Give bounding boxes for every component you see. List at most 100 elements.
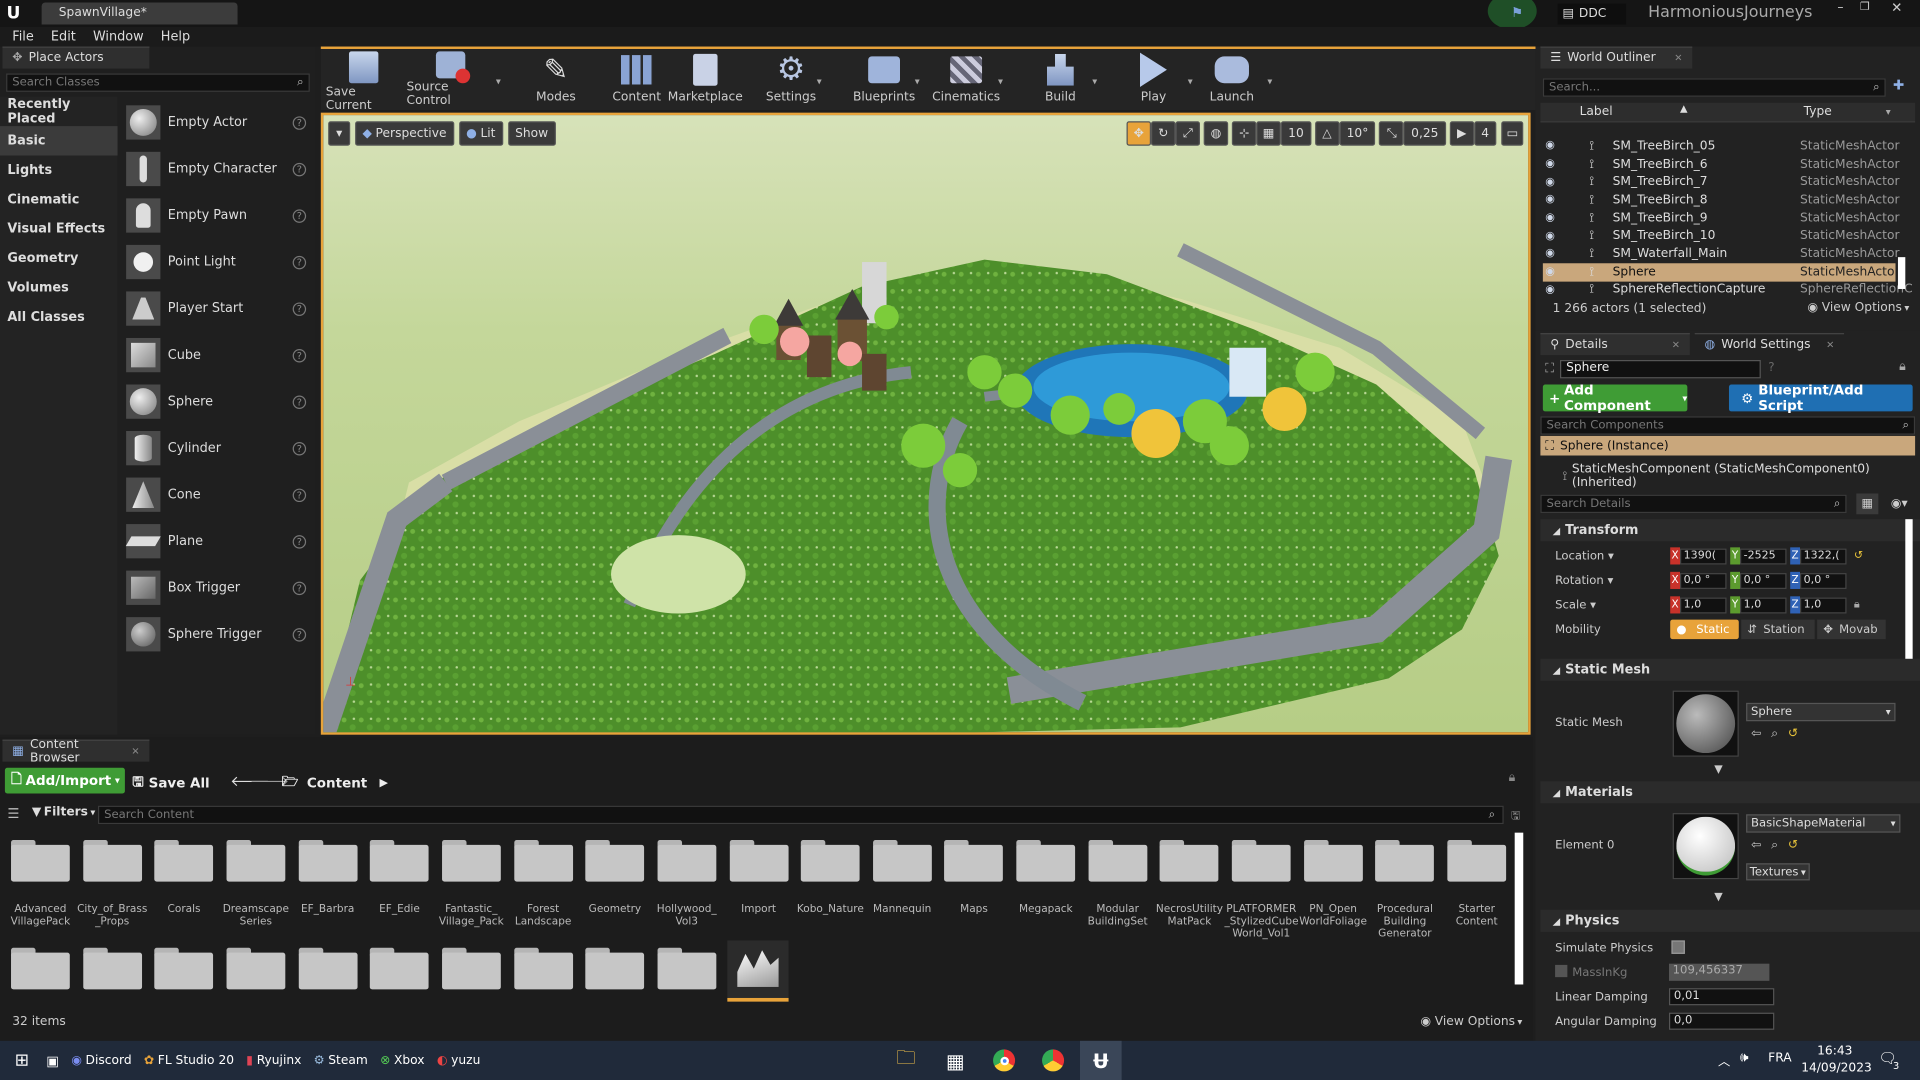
lock-icon[interactable]: 🔒︎	[1509, 771, 1516, 784]
folder-icon[interactable]	[154, 840, 214, 882]
expand-arrow-icon[interactable]: ▼	[1714, 891, 1722, 903]
folder-icon[interactable]	[513, 840, 573, 882]
add-import-button[interactable]: 🗋︎ Add/Import ▾	[4, 767, 125, 794]
save-search-icon[interactable]: 🖫︎	[1511, 807, 1520, 827]
unreal-taskbar-icon[interactable]: Ʉ	[1080, 1040, 1122, 1080]
actor-cylinder[interactable]: Cylinder?	[118, 425, 316, 472]
close-icon[interactable]: ✕	[131, 746, 139, 757]
folder-label[interactable]: Corals	[147, 904, 220, 916]
store-icon[interactable]: ▦	[938, 1043, 972, 1077]
viewport-options-button[interactable]: ▾	[328, 121, 351, 146]
expand-arrow-icon[interactable]: ▼	[1714, 764, 1722, 776]
search-classes-input[interactable]: Search Classes ⌕	[6, 73, 310, 92]
rotation-snap-icon[interactable]: △	[1314, 121, 1340, 146]
folder-label[interactable]: Kobo_Nature	[794, 904, 867, 916]
folder-icon[interactable]	[1016, 840, 1076, 882]
filters-button[interactable]: ▼ Filters ▾	[32, 806, 96, 819]
folder-label[interactable]: Maps	[937, 904, 1010, 916]
reset-arrow-icon[interactable]: ↺	[1788, 839, 1798, 852]
folder-label[interactable]: EF_Barbra	[291, 904, 364, 916]
maximize-button[interactable]: ❐	[1854, 0, 1876, 15]
menu-help[interactable]: Help	[161, 29, 190, 44]
launch-button[interactable]: Launch	[1207, 49, 1256, 108]
marketplace-button[interactable]: Marketplace	[668, 49, 743, 108]
file-explorer-icon[interactable]: 🗀︎	[889, 1043, 923, 1077]
outliner-row[interactable]: ◉ ⟟ SM_TreeBirch_8 StaticMeshActor	[1543, 191, 1899, 209]
search-details-input[interactable]: Search Details ⌕	[1540, 494, 1847, 514]
rotate-mode-icon[interactable]: ↻	[1151, 121, 1176, 146]
outliner-row[interactable]: ◉ ⟟ SphereReflectionCapture SphereReflectio…	[1543, 281, 1912, 299]
grid-snap-icon[interactable]: ▦	[1256, 121, 1281, 146]
taskbar-discord[interactable]: ◉ Discord	[71, 1054, 131, 1067]
surface-snap-icon[interactable]: ⊹	[1231, 121, 1257, 146]
ddc-status[interactable]: ▤ DDC	[1557, 3, 1627, 25]
folder-icon[interactable]	[441, 840, 501, 882]
folder-icon[interactable]	[154, 947, 214, 990]
visibility-eye-icon[interactable]: ◉	[1545, 176, 1555, 188]
help-icon[interactable]: ?	[292, 581, 307, 595]
level-tab[interactable]: SpawnVillage*	[41, 2, 238, 25]
transform-section-header[interactable]: ◢ Transform	[1540, 519, 1920, 542]
details-scrollbar[interactable]	[1905, 519, 1913, 674]
menu-window[interactable]: Window	[93, 29, 144, 44]
play-button[interactable]: Play	[1129, 49, 1178, 108]
help-icon[interactable]: ?	[292, 255, 307, 269]
save-all-button[interactable]: 🖫︎ Save All	[132, 771, 209, 794]
rotation-snap-value[interactable]: 10°	[1339, 121, 1376, 146]
linear-damping-input[interactable]: 0,01	[1668, 988, 1775, 1006]
folder-icon[interactable]	[657, 840, 717, 882]
location-label[interactable]: Location ▾	[1555, 550, 1614, 563]
task-view-icon[interactable]: ▣	[46, 1052, 59, 1068]
folder-label[interactable]: Hollywood_ Vol3	[650, 904, 723, 928]
location-y-input[interactable]: -2525	[1740, 547, 1787, 564]
folder-label[interactable]: NecrosUtility MatPack	[1153, 904, 1226, 928]
volume-icon[interactable]: 🕪︎	[1740, 1049, 1748, 1066]
folder-icon[interactable]	[800, 840, 860, 882]
folder-icon[interactable]	[11, 840, 70, 882]
visibility-eye-icon[interactable]: ◉	[1545, 284, 1555, 296]
grid-snap-value[interactable]: 10	[1280, 121, 1312, 146]
folder-icon[interactable]	[1160, 840, 1219, 882]
tray-chevron-up-icon[interactable]: ︿	[1718, 1051, 1730, 1069]
folder-label[interactable]: Forest Landscape	[506, 904, 579, 928]
notification-flag-icon[interactable]: ⚑	[1511, 5, 1526, 21]
level-viewport[interactable]: ▾ ◆ Perspective ● Lit Show ✥ ↻ ⤢ ◍ ⊹ ▦ 10 …	[320, 112, 1531, 735]
minimize-button[interactable]: –	[1829, 0, 1851, 15]
folder-label[interactable]: Starter Content	[1440, 904, 1513, 928]
folder-label[interactable]: Dreamscape Series	[219, 904, 292, 928]
chevron-down-icon[interactable]: ▾	[998, 76, 1003, 87]
reset-arrow-icon[interactable]: ↺	[1854, 550, 1863, 562]
folder-icon[interactable]	[82, 947, 142, 990]
actor-plane[interactable]: Plane?	[118, 518, 316, 565]
world-outliner-tab[interactable]: ☰ World Outliner ✕	[1540, 46, 1693, 69]
use-selected-icon[interactable]: ⇦	[1751, 839, 1761, 852]
folder-icon[interactable]	[370, 947, 429, 990]
folder-label[interactable]: Geometry	[578, 904, 651, 916]
chevron-down-icon[interactable]: ▾	[496, 76, 501, 87]
perspective-button[interactable]: ◆ Perspective	[355, 121, 454, 146]
taskbar-xbox[interactable]: ⊗ Xbox	[380, 1054, 424, 1067]
reset-arrow-icon[interactable]: ↺	[1788, 727, 1798, 740]
build-button[interactable]: Build	[1036, 49, 1085, 108]
help-icon[interactable]: ?	[292, 348, 307, 362]
outliner-row[interactable]: ◉ ⟟ SM_TreeBirch_05 StaticMeshActor	[1543, 137, 1899, 155]
folder-icon[interactable]	[441, 947, 501, 990]
folder-icon[interactable]	[944, 840, 1004, 882]
rotation-label[interactable]: Rotation ▾	[1555, 574, 1613, 587]
taskbar-ryujinx[interactable]: ▮ Ryujinx	[246, 1054, 301, 1067]
folder-icon[interactable]	[1231, 840, 1291, 882]
category-geometry[interactable]: Geometry	[0, 244, 118, 273]
angular-damping-input[interactable]: 0,0	[1668, 1012, 1775, 1030]
visibility-eye-icon[interactable]: ◉	[1545, 194, 1555, 206]
actor-sphere[interactable]: Sphere?	[118, 378, 316, 425]
actor-empty-actor[interactable]: Empty Actor?	[118, 99, 316, 146]
scale-x-input[interactable]: 1,0	[1680, 596, 1727, 613]
world-local-icon[interactable]: ◍	[1203, 121, 1229, 146]
category-recently-placed[interactable]: Recently Placed	[0, 97, 118, 126]
chrome-icon[interactable]	[987, 1043, 1021, 1077]
close-button[interactable]: ✕	[1878, 0, 1915, 15]
actor-empty-pawn[interactable]: Empty Pawn?	[118, 192, 316, 239]
folder-icon[interactable]	[11, 947, 70, 990]
type-column-header[interactable]: Type	[1804, 105, 1832, 118]
details-tab[interactable]: ⚲ Details ✕	[1540, 333, 1690, 356]
